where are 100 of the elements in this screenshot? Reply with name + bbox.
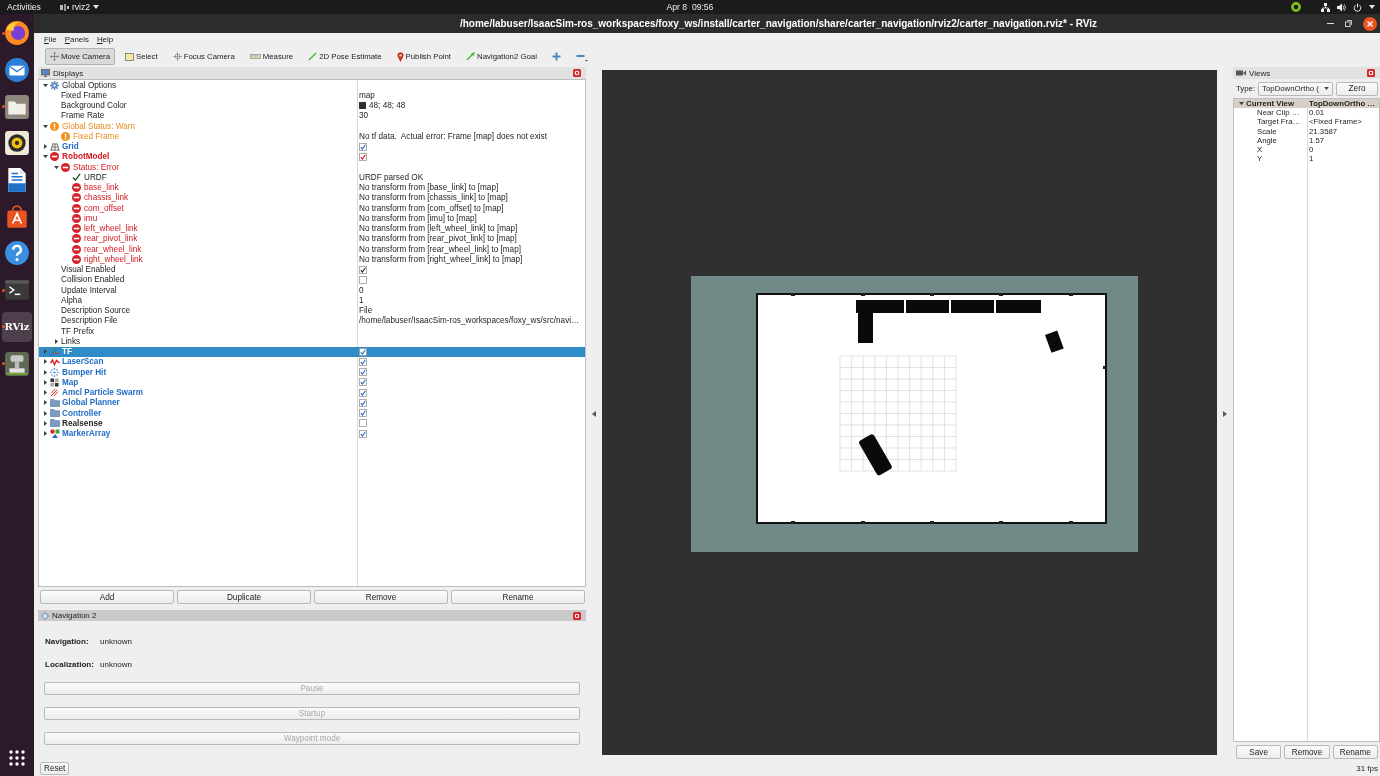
tree-label[interactable]: imu: [84, 213, 98, 223]
caret-right-icon[interactable]: [53, 338, 59, 344]
tree-label[interactable]: TF: [62, 347, 72, 357]
panel-button[interactable]: Rename: [451, 590, 585, 604]
tree-label[interactable]: Collision Enabled: [61, 275, 125, 285]
tree-label[interactable]: Alpha: [61, 295, 82, 305]
restore-button[interactable]: [1345, 20, 1352, 27]
tree-label[interactable]: TF Prefix: [61, 326, 95, 336]
tree-label[interactable]: rear_pivot_link: [84, 234, 138, 244]
checkbox[interactable]: [359, 357, 367, 366]
tree-label[interactable]: Background Color: [61, 101, 127, 111]
caret-down-icon[interactable]: [42, 82, 48, 88]
app-grid-button[interactable]: [9, 750, 25, 766]
ring-icon[interactable]: [1291, 2, 1301, 12]
panel-button[interactable]: Duplicate: [177, 590, 311, 604]
caret-down-icon[interactable]: [93, 5, 100, 9]
volume-icon[interactable]: [1337, 2, 1346, 12]
caret-right-icon[interactable]: [42, 420, 48, 426]
panel-button[interactable]: Rename: [1332, 745, 1378, 759]
caret-right-icon[interactable]: [42, 144, 48, 150]
network-icon[interactable]: [1321, 2, 1330, 12]
checkbox[interactable]: [359, 388, 367, 397]
tree-row[interactable]: Grid: [39, 141, 585, 152]
checkbox[interactable]: [359, 429, 367, 438]
caret-left-icon[interactable]: [592, 410, 596, 417]
panel-button[interactable]: Remove: [314, 590, 448, 604]
checkbox[interactable]: [359, 378, 367, 387]
checkbox[interactable]: [359, 265, 367, 274]
tree-row[interactable]: RobotModel: [39, 151, 585, 162]
tree-row[interactable]: Map: [39, 377, 585, 388]
caret-down-icon[interactable]: [42, 154, 48, 160]
caret-right-icon[interactable]: [42, 379, 48, 385]
tree-label[interactable]: Amcl Particle Swarm: [62, 388, 143, 398]
tree-label[interactable]: Links: [61, 336, 81, 346]
tree-label[interactable]: URDF: [84, 172, 107, 182]
tree-label[interactable]: Grid: [62, 142, 79, 152]
checkbox[interactable]: [359, 419, 367, 428]
render-view[interactable]: [602, 70, 1217, 755]
tree-label[interactable]: LaserScan: [62, 357, 104, 367]
reset-button[interactable]: Reset: [40, 761, 70, 775]
tree-row[interactable]: Controller: [39, 408, 585, 419]
caret-down-icon[interactable]: [42, 123, 48, 129]
tree-label[interactable]: Description File: [61, 316, 118, 326]
caret-right-icon[interactable]: [42, 369, 48, 375]
panel-button[interactable]: Save: [1236, 745, 1282, 759]
tree-row[interactable]: Bumper Hit: [39, 367, 585, 378]
close-icon[interactable]: [1367, 69, 1375, 77]
tree-label[interactable]: Global Planner: [62, 398, 120, 408]
checkbox[interactable]: [359, 368, 367, 377]
zero-button[interactable]: Zero: [1336, 81, 1378, 96]
tree-label[interactable]: Fixed Frame: [61, 90, 107, 100]
clock[interactable]: Apr 8 09:56: [666, 2, 714, 12]
tree-label[interactable]: Description Source: [61, 306, 131, 316]
caret-right-icon[interactable]: [42, 359, 48, 365]
caret-down-icon[interactable]: [1238, 101, 1244, 107]
tree-row[interactable]: LaserScan: [39, 356, 585, 367]
tree-label[interactable]: RobotModel: [62, 152, 110, 162]
tree-label[interactable]: Global Options: [62, 80, 117, 90]
caret-right-icon[interactable]: [42, 431, 48, 437]
caret-down-icon[interactable]: [53, 164, 59, 170]
caret-right-icon[interactable]: [42, 390, 48, 396]
tree-label[interactable]: right_wheel_link: [84, 254, 143, 264]
tree-label[interactable]: base_link: [84, 183, 119, 193]
tree-row[interactable]: Realsense: [39, 418, 585, 429]
tree-label[interactable]: Controller: [62, 408, 102, 418]
tree-row[interactable]: MarkerArray: [39, 428, 585, 439]
tree-label[interactable]: Realsense: [62, 418, 103, 428]
tree-label[interactable]: MarkerArray: [62, 429, 111, 439]
caret-right-icon[interactable]: [42, 400, 48, 406]
caret-down-icon[interactable]: [1369, 5, 1375, 9]
tree-label[interactable]: Status: Error: [73, 162, 119, 172]
caret-right-icon[interactable]: [1223, 410, 1227, 417]
close-button[interactable]: [1363, 16, 1377, 31]
tree-row[interactable]: Amcl Particle Swarm: [39, 387, 585, 398]
tree-label[interactable]: rear_wheel_link: [84, 244, 142, 254]
checkbox[interactable]: [359, 347, 367, 356]
tree-row[interactable]: TF: [39, 346, 585, 357]
tree-label[interactable]: Bumper Hit: [62, 367, 107, 377]
checkbox[interactable]: [359, 142, 367, 151]
checkbox[interactable]: [359, 398, 367, 407]
tree-row[interactable]: Global Planner: [39, 397, 585, 408]
power-icon[interactable]: [1353, 2, 1362, 12]
dock-item[interactable]: RViz: [2, 311, 32, 342]
tree-label[interactable]: left_wheel_link: [84, 224, 138, 234]
tree-label[interactable]: Update Interval: [61, 285, 117, 295]
tree-label[interactable]: Visual Enabled: [61, 265, 116, 275]
activities-button[interactable]: Activities: [0, 2, 41, 12]
checkbox[interactable]: [359, 409, 367, 418]
checkbox[interactable]: [359, 275, 367, 284]
tree-label[interactable]: chassis_link: [84, 193, 129, 203]
app-menu-button[interactable]: rviz2: [59, 2, 100, 12]
tree-label[interactable]: Map: [62, 377, 79, 387]
close-icon[interactable]: [573, 611, 581, 620]
close-icon[interactable]: [573, 69, 581, 77]
tree-label[interactable]: Frame Rate: [61, 111, 105, 121]
caret-right-icon[interactable]: [42, 410, 48, 416]
panel-button[interactable]: Add: [40, 590, 174, 604]
tree-label[interactable]: com_offset: [84, 203, 124, 213]
panel-button[interactable]: Remove: [1284, 745, 1330, 759]
checkbox[interactable]: [359, 152, 367, 161]
